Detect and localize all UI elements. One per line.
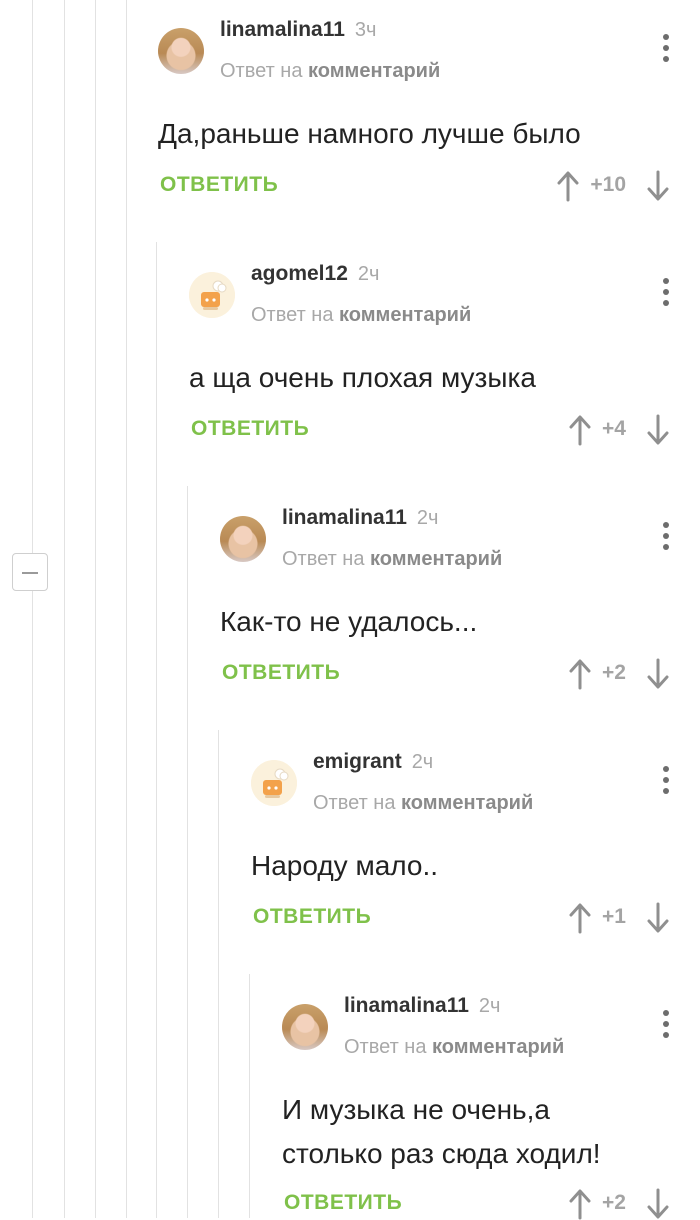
thread-branch-line: [249, 974, 250, 1218]
collapse-thread-button[interactable]: [12, 553, 48, 591]
avatar[interactable]: [282, 1004, 328, 1050]
downvote-button[interactable]: [646, 414, 670, 446]
downvote-button[interactable]: [646, 902, 670, 934]
comment: agomel12 2ч Ответ на комментарий а ща оче…: [189, 244, 700, 484]
kebab-menu-icon: [663, 278, 669, 284]
reply-button[interactable]: ОТВЕТИТЬ: [284, 1191, 402, 1215]
downvote-button[interactable]: [646, 658, 670, 690]
arrow-down-icon: [647, 1188, 669, 1219]
reply-to-link[interactable]: комментарий: [370, 548, 502, 570]
reply-to-prefix: Ответ на: [251, 304, 334, 326]
downvote-button[interactable]: [646, 1188, 670, 1220]
upvote-button[interactable]: [568, 658, 592, 690]
comment-time: 2ч: [411, 751, 434, 773]
arrow-up-icon: [569, 1189, 591, 1220]
comment-text: Да,раньше намного лучше было: [158, 118, 581, 149]
comment-time: 3ч: [354, 19, 377, 41]
avatar[interactable]: [158, 28, 204, 74]
reply-to-prefix: Ответ на: [282, 548, 365, 570]
downvote-button[interactable]: [646, 170, 670, 202]
comment-menu-button[interactable]: [662, 34, 670, 64]
kebab-menu-icon: [663, 34, 669, 40]
comment: emigrant 2ч Ответ на комментарий Народу м…: [251, 732, 700, 972]
comment: linamalina11 3ч Ответ на комментарий Да,р…: [158, 0, 700, 240]
comment-rating: +2: [602, 1191, 626, 1214]
reply-to-prefix: Ответ на: [220, 60, 303, 82]
kebab-menu-icon: [663, 1010, 669, 1016]
comment-rating: +4: [602, 417, 626, 440]
comment-rating: +10: [590, 173, 626, 196]
comment-author[interactable]: agomel12: [251, 262, 348, 285]
kebab-menu-icon: [663, 766, 669, 772]
comment-text: Как-то не удалось...: [220, 606, 478, 637]
arrow-down-icon: [647, 902, 669, 933]
avatar[interactable]: [189, 272, 235, 318]
reply-to-prefix: Ответ на: [344, 1036, 427, 1058]
comment-text: Народу мало..: [251, 850, 439, 881]
thread-line: [126, 0, 127, 1218]
comment-author[interactable]: linamalina11: [220, 18, 345, 41]
reply-button[interactable]: ОТВЕТИТЬ: [253, 905, 371, 929]
comment-time: 2ч: [478, 995, 501, 1017]
arrow-down-icon: [647, 658, 669, 689]
comment-menu-button[interactable]: [662, 278, 670, 308]
reply-button[interactable]: ОТВЕТИТЬ: [191, 417, 309, 441]
comment-time: 2ч: [357, 263, 380, 285]
upvote-button[interactable]: [556, 170, 580, 202]
comment-menu-button[interactable]: [662, 522, 670, 552]
arrow-down-icon: [647, 414, 669, 445]
comment: linamalina11 2ч Ответ на комментарий Как-…: [220, 488, 700, 728]
comment-rating: +1: [602, 905, 626, 928]
reply-button[interactable]: ОТВЕТИТЬ: [222, 661, 340, 685]
kebab-menu-icon: [663, 522, 669, 528]
avatar[interactable]: [251, 760, 297, 806]
thread-line: [64, 0, 65, 1218]
thread-branch-line: [218, 730, 219, 1218]
comment-time: 2ч: [416, 507, 439, 529]
upvote-button[interactable]: [568, 902, 592, 934]
arrow-up-icon: [569, 659, 591, 690]
arrow-up-icon: [569, 415, 591, 446]
upvote-button[interactable]: [568, 414, 592, 446]
comment-menu-button[interactable]: [662, 766, 670, 796]
comment-text: И музыка не очень,а столько раз сюда ход…: [282, 1094, 601, 1169]
reply-to-link[interactable]: комментарий: [432, 1036, 564, 1058]
thread-line: [32, 0, 33, 1218]
comment-text: а ща очень плохая музыка: [189, 362, 536, 393]
thread-line: [95, 0, 96, 1218]
arrow-up-icon: [569, 903, 591, 934]
upvote-button[interactable]: [568, 1188, 592, 1220]
reply-to-link[interactable]: комментарий: [339, 304, 471, 326]
reply-to-link[interactable]: комментарий: [401, 792, 533, 814]
reply-button[interactable]: ОТВЕТИТЬ: [160, 173, 278, 197]
thread-branch-line: [156, 242, 157, 1218]
comment-rating: +2: [602, 661, 626, 684]
comment-menu-button[interactable]: [662, 1010, 670, 1040]
reply-to-link[interactable]: комментарий: [308, 60, 440, 82]
arrow-up-icon: [557, 171, 579, 202]
cook-avatar-icon: [189, 272, 235, 318]
avatar[interactable]: [220, 516, 266, 562]
comment: linamalina11 2ч Ответ на комментарий И му…: [282, 976, 700, 1220]
comment-author[interactable]: linamalina11: [282, 506, 407, 529]
comment-author[interactable]: emigrant: [313, 750, 402, 773]
comment-author[interactable]: linamalina11: [344, 994, 469, 1017]
cook-avatar-icon: [251, 760, 297, 806]
arrow-down-icon: [647, 170, 669, 201]
reply-to-prefix: Ответ на: [313, 792, 396, 814]
thread-branch-line: [187, 486, 188, 1218]
